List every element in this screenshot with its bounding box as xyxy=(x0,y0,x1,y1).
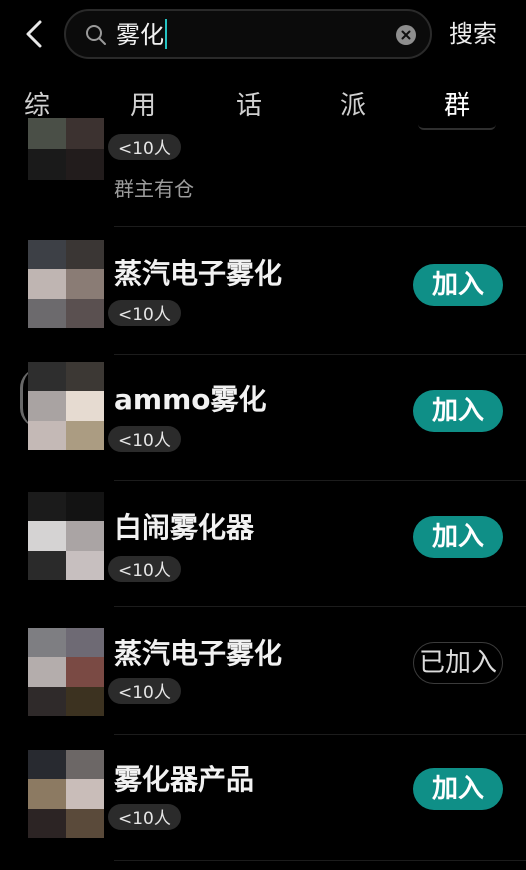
group-name: 白闹雾化器 xyxy=(114,511,255,544)
list-item[interactable]: 蒸汽电子雾化 <10人 加入 xyxy=(0,238,526,428)
search-input[interactable]: 雾化 xyxy=(64,9,432,59)
group-name: 蒸汽电子雾化 xyxy=(114,637,283,670)
divider xyxy=(114,226,526,227)
joined-button[interactable]: 已加入 xyxy=(413,642,503,684)
group-name: ammo雾化 xyxy=(114,383,267,416)
search-submit-button[interactable]: 搜索 xyxy=(449,16,497,52)
group-result-list: <10人 群主有仓 蒸汽电子雾化 <10人 加入 ammo雾化 <10人 加入 … xyxy=(0,118,526,870)
divider xyxy=(114,606,526,607)
join-button[interactable]: 加入 xyxy=(413,516,503,558)
avatar xyxy=(28,118,104,180)
list-item[interactable]: 蒸汽电子雾化 <10人 已加入 xyxy=(0,612,526,738)
clear-search-button[interactable] xyxy=(396,25,416,45)
clear-circle-icon xyxy=(401,30,411,40)
member-count-badge: <10人 xyxy=(108,804,181,830)
search-query-text[interactable]: 雾化 xyxy=(116,17,167,53)
divider xyxy=(114,860,526,861)
divider xyxy=(114,734,526,735)
avatar xyxy=(28,750,104,838)
list-item[interactable]: ammo雾化 <10人 加入 xyxy=(0,362,526,486)
group-name: 雾化器产品 xyxy=(114,763,255,796)
avatar xyxy=(28,492,104,580)
member-count-badge: <10人 xyxy=(108,678,181,704)
search-icon xyxy=(86,25,106,45)
search-header: 雾化 搜索 xyxy=(0,0,526,70)
back-button[interactable] xyxy=(18,14,50,54)
chevron-left-icon xyxy=(26,20,42,48)
avatar xyxy=(28,628,104,716)
join-button[interactable]: 加入 xyxy=(413,264,503,306)
text-cursor xyxy=(165,19,167,49)
join-button[interactable]: 加入 xyxy=(413,390,503,432)
group-name: 蒸汽电子雾化 xyxy=(114,257,283,290)
member-count-badge: <10人 xyxy=(108,300,181,326)
divider xyxy=(114,354,526,355)
group-description: 群主有仓 xyxy=(114,177,194,201)
member-count-badge: <10人 xyxy=(108,556,181,582)
member-count-badge: <10人 xyxy=(108,426,181,452)
divider xyxy=(114,480,526,481)
list-item[interactable]: 雾化器产品 <10人 加入 xyxy=(0,738,526,864)
member-count-badge: <10人 xyxy=(108,134,181,160)
avatar xyxy=(28,240,104,328)
list-item[interactable]: <10人 群主有仓 xyxy=(0,118,526,228)
join-button[interactable]: 加入 xyxy=(413,768,503,810)
avatar xyxy=(28,362,104,450)
list-item[interactable]: 白闹雾化器 <10人 加入 xyxy=(0,486,526,612)
